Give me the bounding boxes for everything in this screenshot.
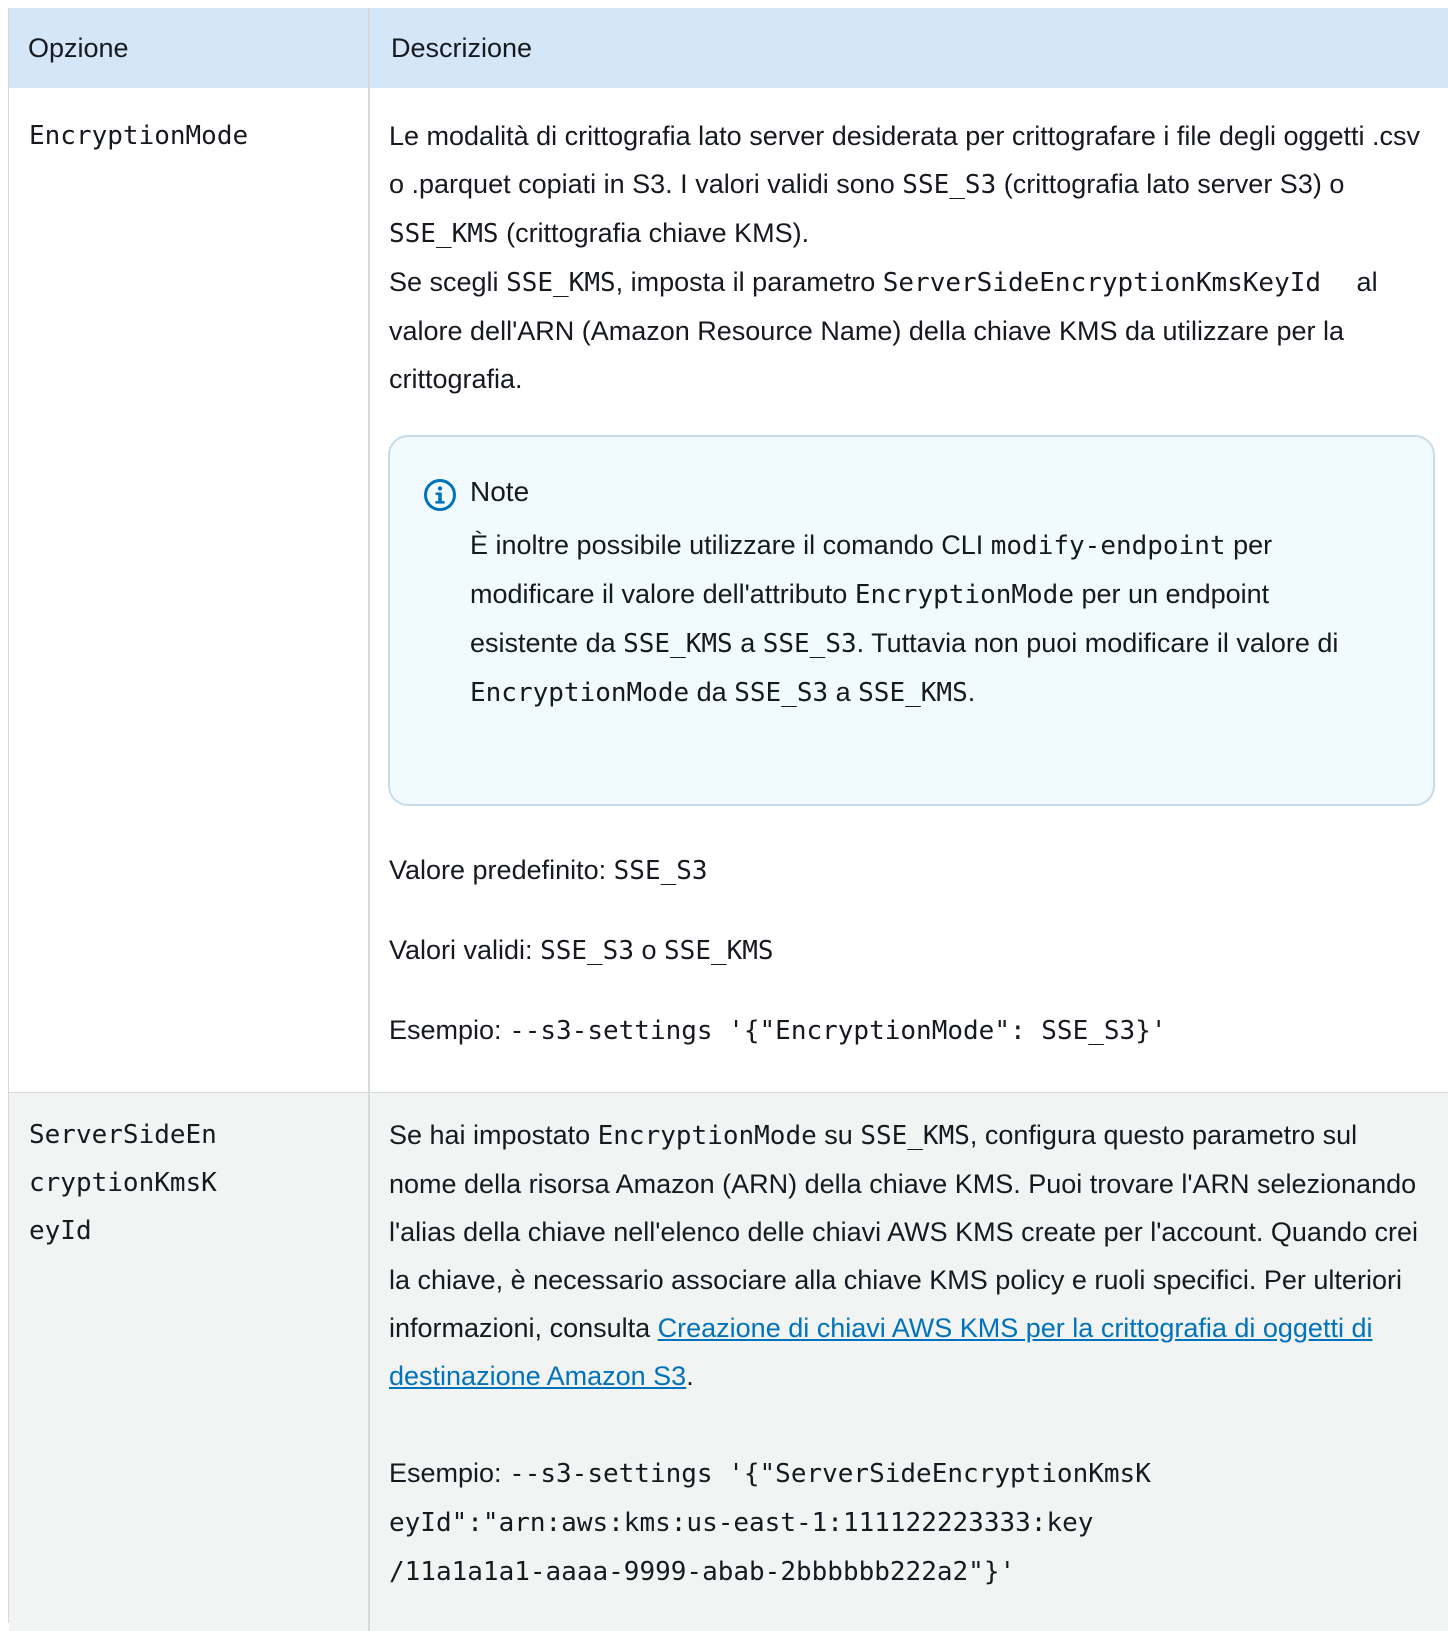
default-value: Valore predefinito: SSE_S3 [389,855,708,886]
option-cell: ServerSideEncryptionKmsKeyId [9,1093,368,1631]
note-box: Note È inoltre possibile utilizzare il c… [388,435,1435,806]
option-name: ServerSideEncryptionKmsKeyId [29,1120,217,1246]
description-text: Le modalità di crittografia lato server … [389,121,1421,394]
table-row: EncryptionMode Le modalità di crittograf… [9,88,1448,1092]
header-description: Descrizione [368,8,1448,88]
note-text: È inoltre possibile utilizzare il comand… [470,530,1339,708]
note-title: Note [470,476,530,507]
table-row: ServerSideEncryptionKmsKeyId Se hai impo… [9,1092,1448,1631]
table-header-row: Opzione Descrizione [9,8,1448,88]
valid-values: Valori validi: SSE_S3 o SSE_KMS [389,935,774,966]
description-cell: Le modalità di crittografia lato server … [368,88,1448,1092]
info-icon [424,479,456,511]
option-cell: EncryptionMode [9,88,368,1092]
option-name: EncryptionMode [29,121,249,151]
example: Esempio: --s3-settings '{"EncryptionMode… [389,1015,1167,1046]
description-cell: Se hai impostato EncryptionMode su SSE_K… [368,1093,1448,1631]
header-option: Opzione [28,33,129,63]
description-text: Se hai impostato EncryptionMode su SSE_K… [389,1120,1419,1391]
options-table: Opzione Descrizione EncryptionMode Le mo… [8,8,1448,1631]
example: Esempio: --s3-settings '{"ServerSideEncr… [389,1458,1151,1587]
